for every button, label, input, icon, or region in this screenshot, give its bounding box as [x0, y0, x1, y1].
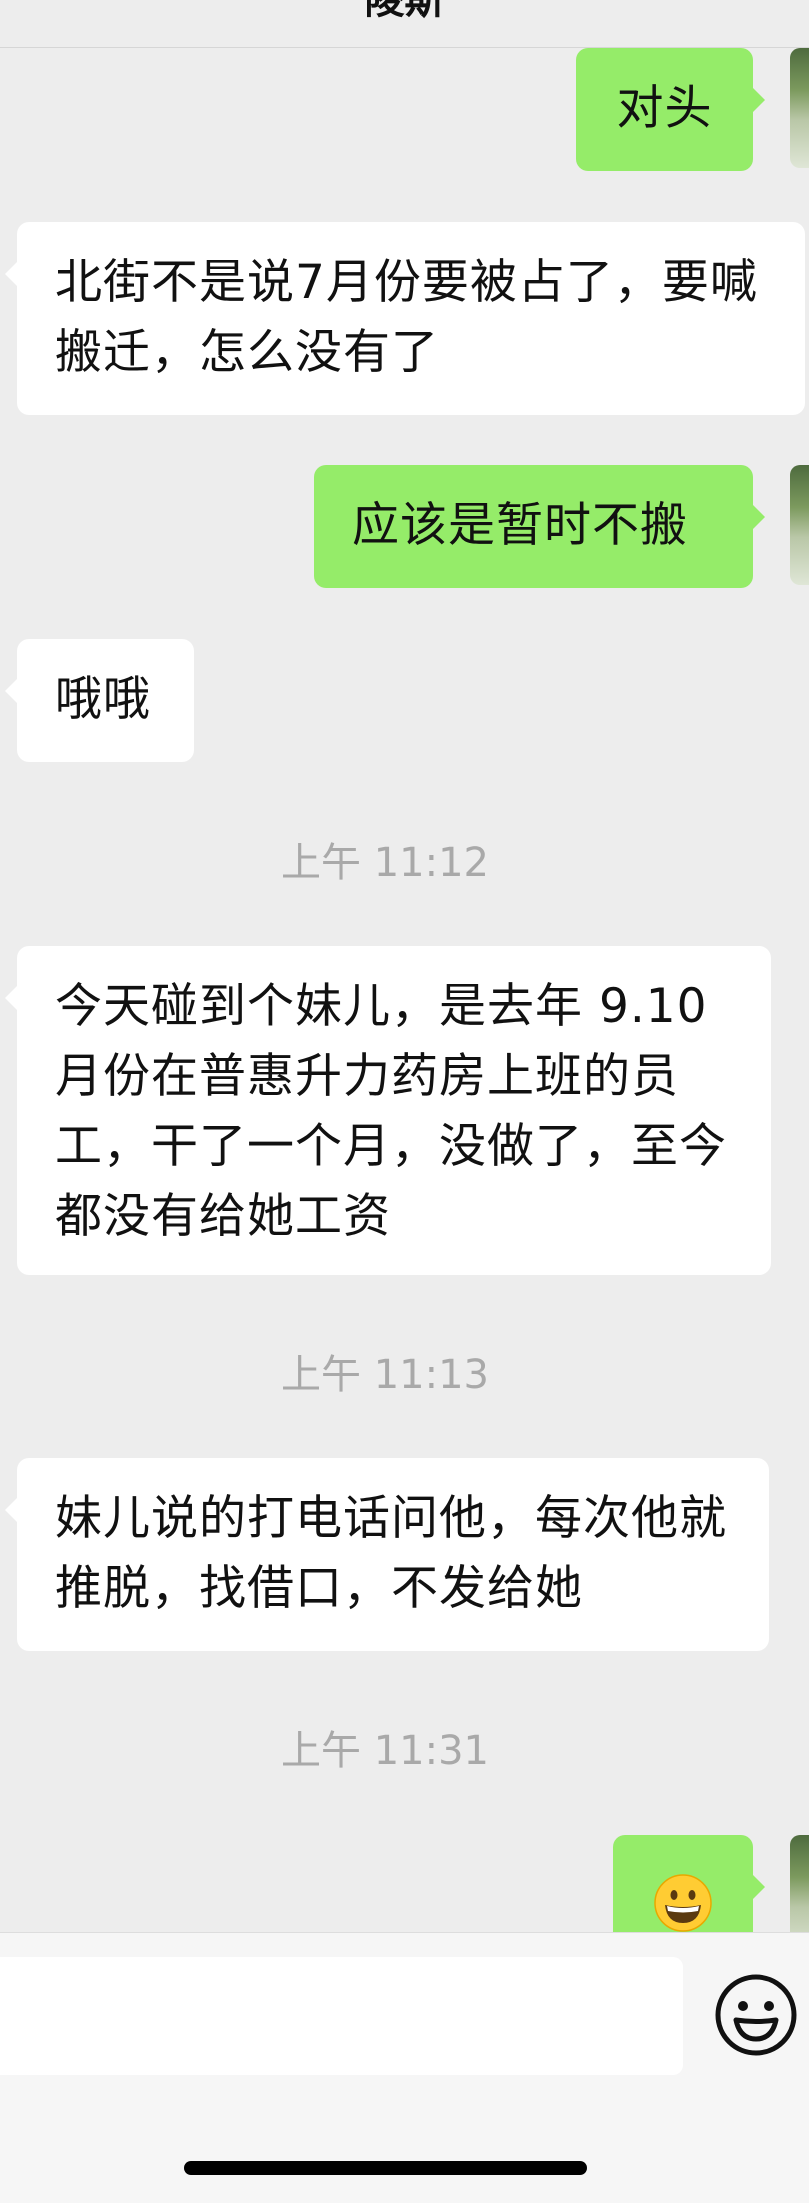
incoming-message[interactable]: 今天碰到个妹儿，是去年 9.10月份在普惠升力药房上班的员工，干了一个月，没做了… [5, 946, 771, 1275]
emoji-icon[interactable] [714, 1973, 798, 2057]
message-input[interactable] [0, 1957, 683, 2075]
input-bar [0, 1932, 809, 2203]
self-avatar[interactable] [790, 465, 809, 585]
message-text: 今天碰到个妹儿，是去年 9.10月份在普惠升力药房上班的员工，干了一个月，没做了… [55, 979, 727, 1244]
message-text: 哦哦 [55, 672, 151, 727]
self-avatar[interactable] [790, 48, 809, 168]
message-text: 北街不是说7月份要被占了，要喊搬迁，怎么没有了 [55, 255, 758, 380]
timestamp: 上午 11:13 [281, 1352, 489, 1398]
message-text: 对头 [616, 81, 713, 136]
incoming-message[interactable]: 北街不是说7月份要被占了，要喊搬迁，怎么没有了 [5, 222, 805, 415]
outgoing-message[interactable]: 应该是暂时不搬 [314, 465, 765, 588]
incoming-message[interactable]: 妹儿说的打电话问他，每次他就推脱，找借口，不发给她 [5, 1458, 769, 1651]
incoming-message[interactable]: 哦哦 [5, 639, 194, 762]
message-text: 应该是暂时不搬 [352, 498, 688, 553]
message-text: 妹儿说的打电话问他，每次他就推脱，找借口，不发给她 [55, 1491, 727, 1616]
timestamp: 上午 11:12 [281, 840, 489, 886]
chat-header: 陵斯 [0, 0, 809, 48]
outgoing-message[interactable] [613, 1835, 765, 1932]
home-indicator [184, 2161, 587, 2175]
self-avatar[interactable] [790, 1835, 809, 1932]
grinning-face-emoji [654, 1873, 712, 1932]
timestamp: 上午 11:31 [281, 1728, 489, 1774]
message-list[interactable]: 对头 北街不是说7月份要被占了，要喊搬迁，怎么没有了 应该是暂时不搬 哦哦 上午… [0, 48, 809, 1932]
chat-title: 陵斯 [364, 0, 445, 23]
outgoing-message[interactable]: 对头 [576, 48, 765, 171]
